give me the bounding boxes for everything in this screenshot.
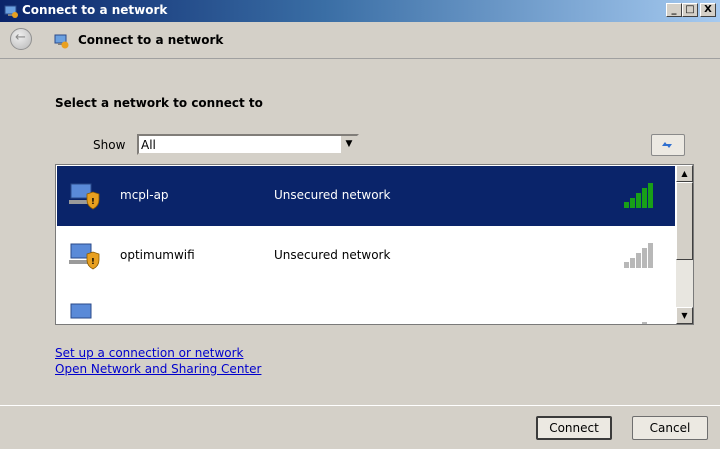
svg-text:!: ! xyxy=(91,197,95,206)
setup-connection-link[interactable]: Set up a connection or network xyxy=(55,346,243,360)
connect-button[interactable]: Connect xyxy=(536,416,612,440)
network-name: optimumwifi xyxy=(120,248,195,262)
back-arrow-icon[interactable] xyxy=(10,28,32,50)
svg-text:!: ! xyxy=(91,257,95,266)
network-icon xyxy=(54,34,69,49)
show-filter-select[interactable]: All ▼ xyxy=(137,134,359,155)
title-bar[interactable]: Connect to a network _ □ X xyxy=(0,0,720,22)
minimize-button[interactable]: _ xyxy=(666,3,682,17)
window-title: Connect to a network xyxy=(22,3,168,17)
refresh-button[interactable] xyxy=(651,134,685,156)
network-app-icon xyxy=(4,5,18,18)
section-heading: Select a network to connect to xyxy=(55,96,263,110)
refresh-arrows-icon xyxy=(662,142,672,148)
network-computer-shield-icon xyxy=(70,303,92,319)
network-computer-shield-icon: ! xyxy=(69,243,100,270)
page-title: Connect to a network xyxy=(78,33,224,47)
chevron-down-icon[interactable]: ▼ xyxy=(340,136,357,153)
footer-bar xyxy=(0,405,720,449)
nav-bar: Connect to a network xyxy=(0,22,720,59)
network-row-partial[interactable] xyxy=(57,286,675,324)
show-filter-value: All xyxy=(141,138,156,152)
network-sharing-center-link[interactable]: Open Network and Sharing Center xyxy=(55,362,261,376)
network-status: Unsecured network xyxy=(274,188,391,202)
maximize-button[interactable]: □ xyxy=(682,3,698,17)
network-computer-shield-icon: ! xyxy=(69,183,100,210)
network-row-mcpl-ap[interactable]: ! mcpl-ap Unsecured network xyxy=(57,166,675,226)
show-label: Show xyxy=(93,138,126,152)
network-name: mcpl-ap xyxy=(120,188,169,202)
scroll-down-icon[interactable]: ▼ xyxy=(676,307,693,324)
scroll-up-icon[interactable]: ▲ xyxy=(676,165,693,182)
connect-dialog: Connect to a network _ □ X Connect to a … xyxy=(0,0,720,449)
network-status: Unsecured network xyxy=(274,248,391,262)
signal-strength-icon xyxy=(642,322,647,324)
vertical-scrollbar[interactable]: ▲ ▼ xyxy=(676,165,693,324)
cancel-button[interactable]: Cancel xyxy=(632,416,708,440)
network-list[interactable]: ! mcpl-ap Unsecured network ! optimumwif… xyxy=(55,164,694,325)
close-button[interactable]: X xyxy=(700,3,716,17)
scrollbar-thumb[interactable] xyxy=(676,182,693,260)
signal-strength-icon xyxy=(624,183,653,208)
signal-strength-icon xyxy=(624,243,653,268)
network-row-optimumwifi[interactable]: ! optimumwifi Unsecured network xyxy=(57,226,675,286)
